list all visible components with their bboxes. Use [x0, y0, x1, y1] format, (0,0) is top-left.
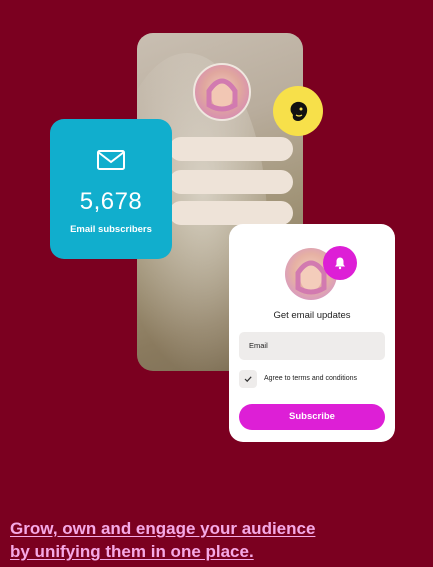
avatar-face-icon — [206, 78, 238, 112]
signup-form-card: Get email updates Email Agree to terms a… — [229, 224, 395, 442]
bell-icon — [335, 257, 345, 270]
link-block[interactable] — [169, 137, 293, 161]
notification-bell-button[interactable] — [323, 246, 357, 280]
link-block[interactable] — [169, 201, 293, 225]
headline-line-1: Grow, own and engage your audience — [10, 519, 316, 538]
subscriber-count: 5,678 — [79, 188, 143, 215]
headline-link[interactable]: Grow, own and engage your audience by un… — [10, 517, 370, 563]
email-field[interactable]: Email — [239, 332, 385, 360]
headline-line-2: by unifying them in one place. — [10, 542, 254, 561]
link-block[interactable] — [169, 170, 293, 194]
envelope-icon — [97, 150, 125, 170]
mailchimp-icon — [290, 101, 308, 121]
form-title: Get email updates — [273, 310, 351, 321]
subscribers-card: 5,678 Email subscribers — [50, 119, 172, 259]
subscriber-label: Email subscribers — [70, 224, 152, 235]
profile-avatar — [193, 63, 251, 121]
terms-checkbox[interactable] — [239, 370, 257, 388]
subscribe-button[interactable]: Subscribe — [239, 404, 385, 430]
checkmark-icon — [244, 376, 252, 383]
terms-label: Agree to terms and conditions — [264, 375, 357, 382]
mailchimp-badge — [273, 86, 323, 136]
